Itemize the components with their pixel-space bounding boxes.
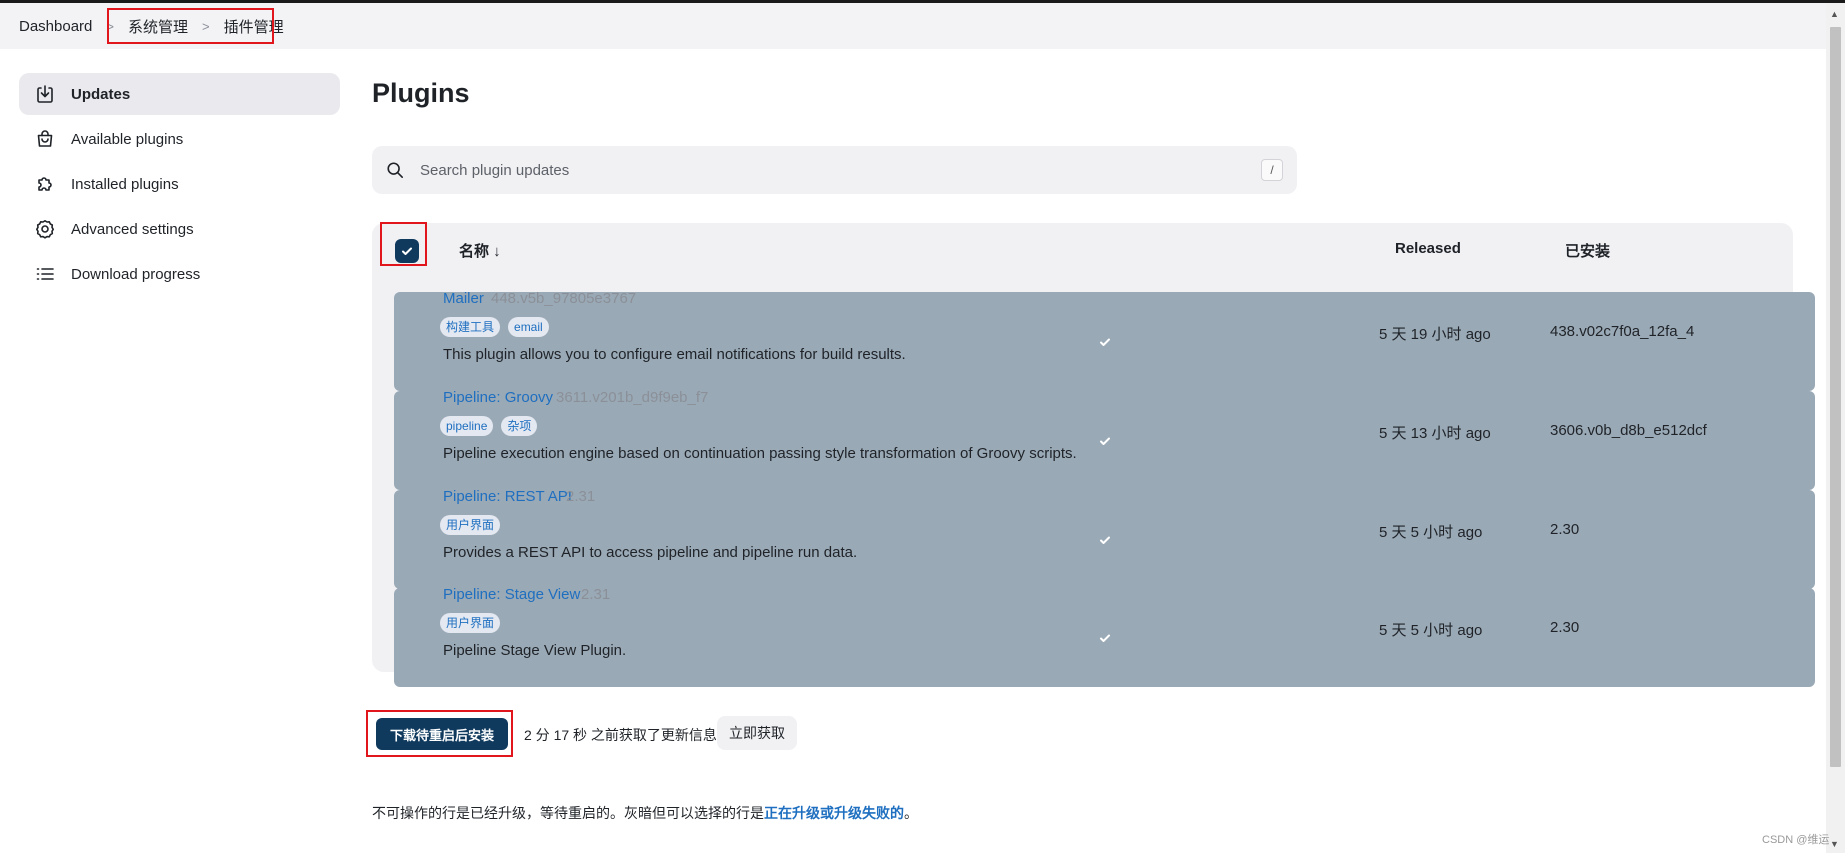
plugin-description: Pipeline Stage View Plugin. xyxy=(443,642,627,659)
row-checkbox[interactable] xyxy=(394,490,1815,589)
plugin-tag[interactable]: 构建工具 xyxy=(440,317,501,337)
plugin-tags: pipeline 杂项 xyxy=(440,416,538,436)
sidebar-item-advanced-settings[interactable]: Advanced settings xyxy=(19,208,340,250)
plugin-tag[interactable]: pipeline xyxy=(440,416,494,436)
sidebar-item-label: Available plugins xyxy=(71,130,184,148)
plugin-version: 2.31 xyxy=(581,586,611,603)
plugin-tags: 用户界面 xyxy=(440,613,501,633)
chevron-right-icon: > xyxy=(106,18,114,34)
plugin-name-link[interactable]: Pipeline: Stage View xyxy=(443,586,580,603)
shopping-bag-icon xyxy=(33,127,57,151)
puzzle-icon xyxy=(33,172,57,196)
installed-version: 2.30 xyxy=(1550,521,1580,538)
installed-version: 438.v02c7f0a_12fa_4 xyxy=(1550,323,1695,340)
plugin-updates-table: 名称 ↓ Released 已安装 Mailer 448.v5b_97805e3… xyxy=(372,223,1815,687)
table-row: Pipeline: Stage View 2.31 用户界面 Pipeline … xyxy=(372,578,1815,687)
breadcrumb-system-management[interactable]: 系统管理 xyxy=(128,16,188,37)
plugin-version: 448.v5b_97805e3767 xyxy=(491,290,637,307)
select-all-checkbox[interactable] xyxy=(395,239,419,263)
plugin-tag[interactable]: 杂项 xyxy=(501,416,538,436)
search-bar: / xyxy=(372,146,1297,194)
search-input[interactable] xyxy=(418,160,1242,180)
plugin-name-link[interactable]: Pipeline: REST API xyxy=(443,488,572,505)
sidebar-item-label: Installed plugins xyxy=(71,175,179,193)
search-icon xyxy=(386,160,406,180)
footnote-end: 。 xyxy=(904,805,918,821)
column-header-name[interactable]: 名称 ↓ xyxy=(459,240,501,261)
sidebar-item-label: Download progress xyxy=(71,265,201,283)
plugin-description: Provides a REST API to access pipeline a… xyxy=(443,544,858,561)
released-time: 5 天 13 小时 ago xyxy=(1379,425,1491,442)
check-icon xyxy=(1099,634,1110,642)
footnote-text: 不可操作的行是已经升级，等待重启的。灰暗但可以选择的行是 xyxy=(372,805,764,821)
table-row: Mailer 448.v5b_97805e3767 构建工具 email Thi… xyxy=(372,282,1815,391)
update-info-text: 2 分 17 秒 之前获取了更新信息 xyxy=(524,727,717,743)
check-icon xyxy=(402,247,412,255)
page-title: Plugins xyxy=(372,78,470,108)
plugin-version: 3611.v201b_d9f9eb_f7 xyxy=(556,389,709,406)
watermark: CSDN @维运 xyxy=(1762,834,1830,846)
check-icon xyxy=(1099,338,1110,346)
check-icon xyxy=(1099,437,1110,445)
released-time: 5 天 5 小时 ago xyxy=(1379,524,1483,541)
list-icon xyxy=(33,262,57,286)
plugin-tags: 用户界面 xyxy=(440,515,501,535)
footnote: 不可操作的行是已经升级，等待重启的。灰暗但可以选择的行是正在升级或升级失败的。 xyxy=(372,803,918,823)
plugin-tag[interactable]: email xyxy=(508,317,549,337)
plugin-description: Pipeline execution engine based on conti… xyxy=(443,445,1077,462)
scrollbar[interactable]: ▲ ▼ xyxy=(1826,3,1845,853)
scrollbar-thumb[interactable] xyxy=(1830,27,1841,767)
scroll-down-arrow-icon[interactable]: ▼ xyxy=(1830,839,1839,849)
chevron-right-icon: > xyxy=(202,18,210,34)
keyboard-shortcut-hint: / xyxy=(1261,159,1283,181)
plugin-name-link[interactable]: Mailer xyxy=(443,290,484,307)
plugin-tag[interactable]: 用户界面 xyxy=(440,515,501,535)
plugin-name-link[interactable]: Pipeline: Groovy xyxy=(443,389,553,406)
column-header-installed[interactable]: 已安装 xyxy=(1565,240,1610,261)
plugin-version: 2.31 xyxy=(566,488,596,505)
check-icon xyxy=(1099,536,1110,544)
gear-icon xyxy=(33,217,57,241)
breadcrumb-dashboard[interactable]: Dashboard xyxy=(19,18,92,35)
sidebar-item-download-progress[interactable]: Download progress xyxy=(19,253,340,295)
released-time: 5 天 19 小时 ago xyxy=(1379,326,1491,343)
sidebar: Updates Available plugins Installed plug… xyxy=(19,73,340,298)
footnote-link[interactable]: 正在升级或升级失败的 xyxy=(764,805,904,821)
table-row: Pipeline: REST API 2.31 用户界面 Provides a … xyxy=(372,480,1815,589)
breadcrumb: Dashboard > 系统管理 > 插件管理 xyxy=(0,3,1826,49)
installed-version: 2.30 xyxy=(1550,619,1580,636)
plugin-description: This plugin allows you to configure emai… xyxy=(443,346,906,363)
download-install-after-restart-button[interactable]: 下载待重启后安装 xyxy=(376,718,508,750)
sidebar-item-label: Advanced settings xyxy=(71,220,194,238)
plugin-tag[interactable]: 用户界面 xyxy=(440,613,501,633)
plugin-tags: 构建工具 email xyxy=(440,317,549,337)
released-time: 5 天 5 小时 ago xyxy=(1379,622,1483,639)
column-header-released[interactable]: Released xyxy=(1395,240,1461,257)
sidebar-item-available-plugins[interactable]: Available plugins xyxy=(19,118,340,160)
installed-version: 3606.v0b_d8b_e512dcf xyxy=(1550,422,1707,439)
sidebar-item-label: Updates xyxy=(71,85,131,103)
sidebar-item-updates[interactable]: Updates xyxy=(19,73,340,115)
download-icon xyxy=(33,82,57,106)
table-row: Pipeline: Groovy 3611.v201b_d9f9eb_f7 pi… xyxy=(372,381,1815,490)
breadcrumb-plugin-management[interactable]: 插件管理 xyxy=(224,16,284,37)
sidebar-item-installed-plugins[interactable]: Installed plugins xyxy=(19,163,340,205)
check-now-button[interactable]: 立即获取 xyxy=(717,716,797,750)
scroll-up-arrow-icon[interactable]: ▲ xyxy=(1830,9,1839,19)
